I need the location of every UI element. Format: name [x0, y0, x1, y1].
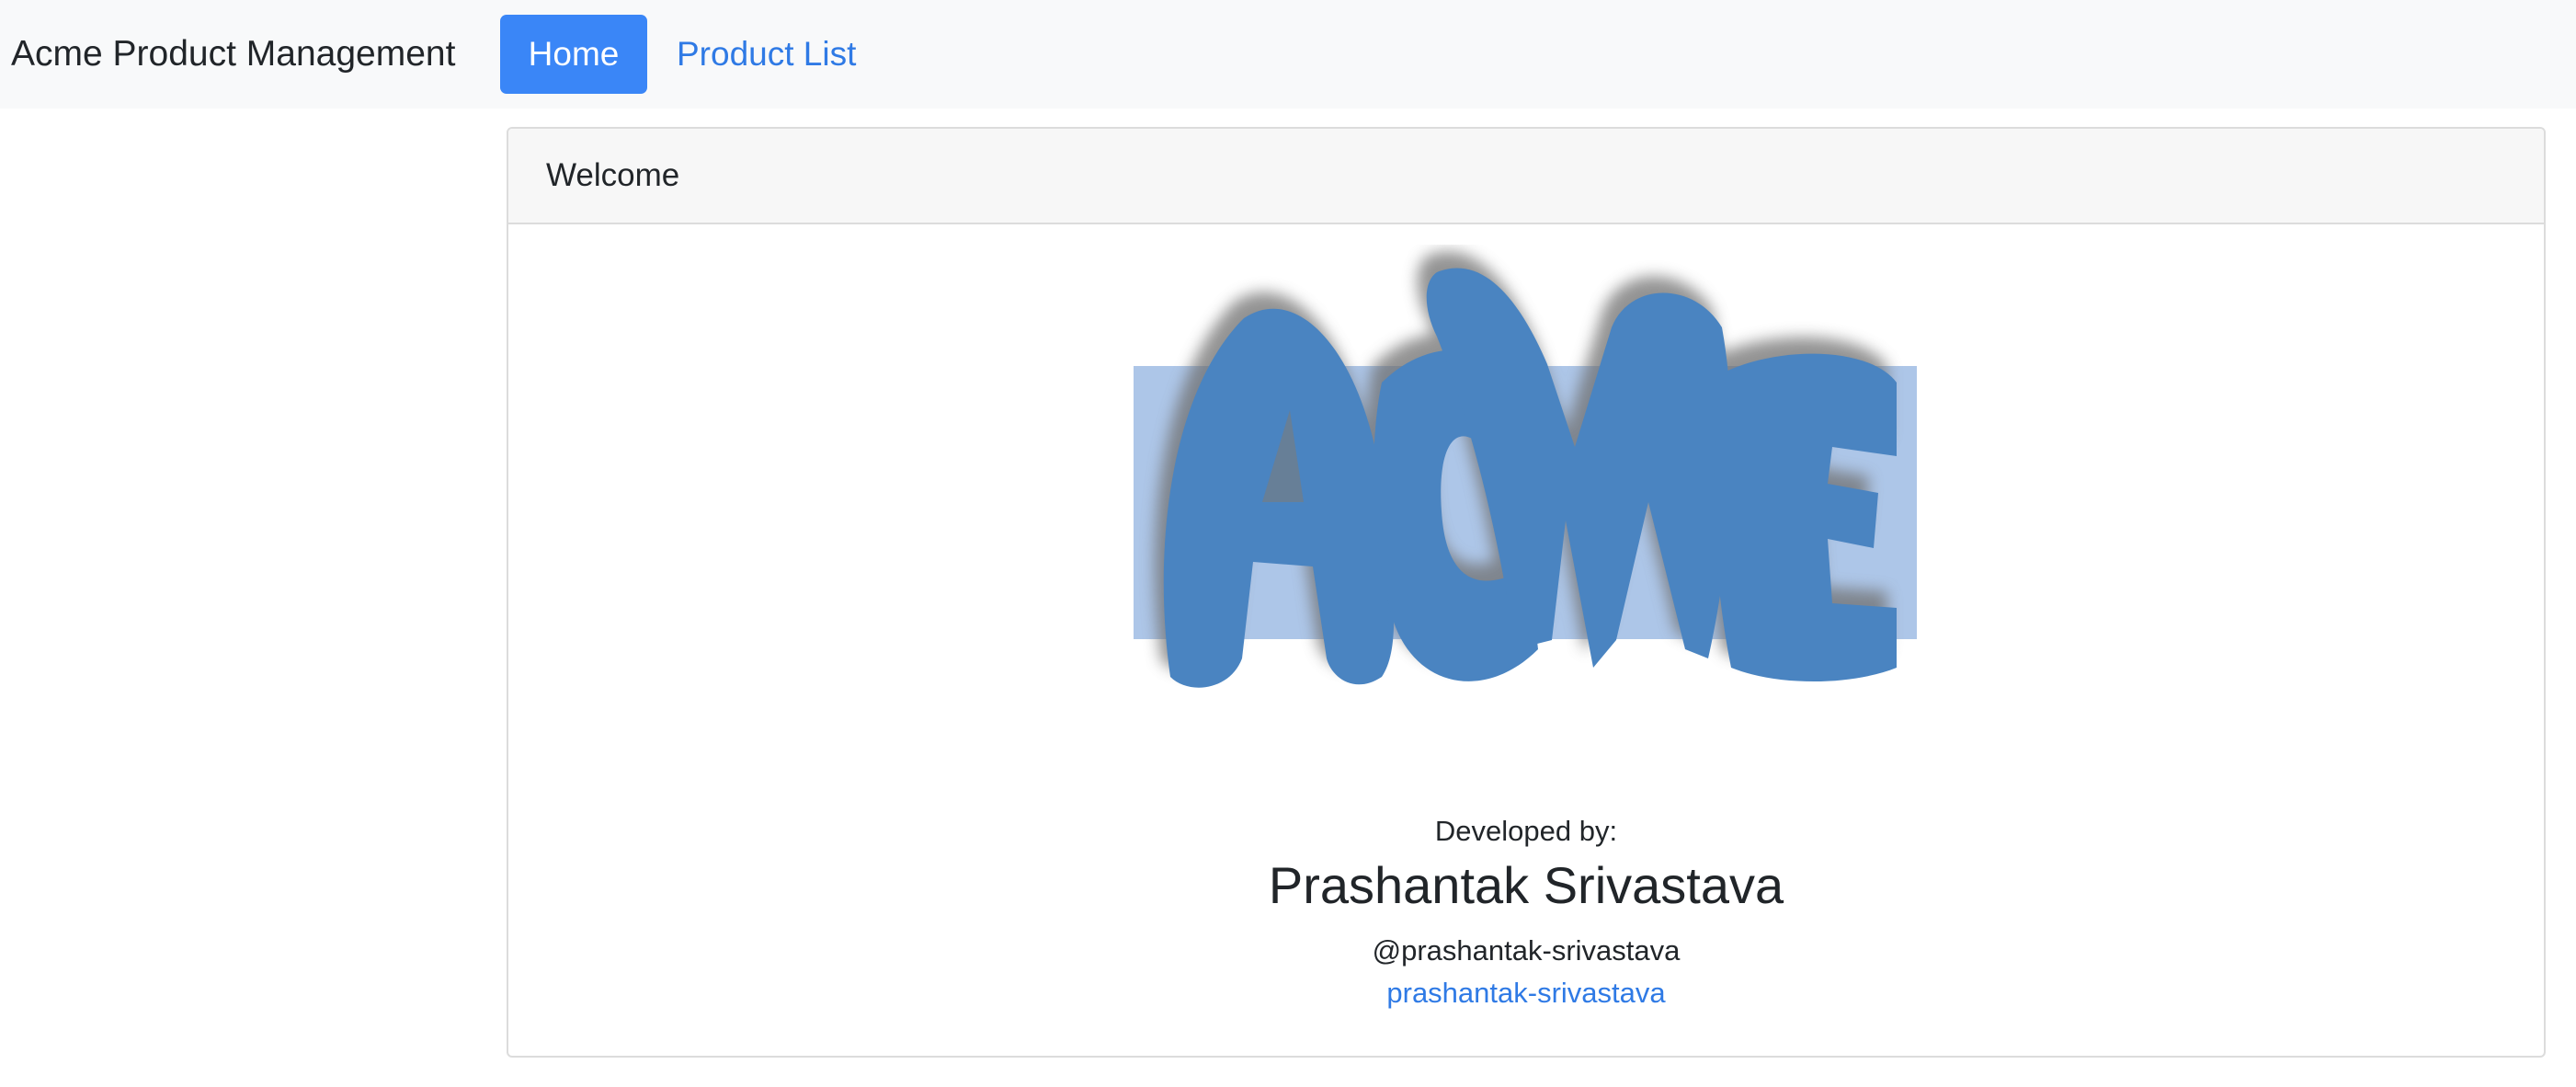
top-navbar: Acme Product Management Home Product Lis…	[0, 0, 2576, 109]
developer-handle: @prashantak-srivastava	[1372, 934, 1681, 967]
developed-by-label: Developed by:	[1434, 815, 1618, 847]
brand-title[interactable]: Acme Product Management	[11, 0, 455, 109]
developer-profile-link[interactable]: prashantak-srivastava	[508, 977, 2544, 1010]
developer-name: Prashantak Srivastava	[1268, 856, 1784, 914]
card-header: Welcome	[508, 129, 2544, 224]
nav-product-list-link[interactable]: Product List	[677, 15, 856, 94]
welcome-card: Welcome Developed by: Prashantak Srivast…	[507, 127, 2546, 1058]
card-header-title: Welcome	[546, 157, 680, 193]
acme-logo	[1134, 251, 1917, 688]
nav-home-link[interactable]: Home	[500, 15, 647, 94]
